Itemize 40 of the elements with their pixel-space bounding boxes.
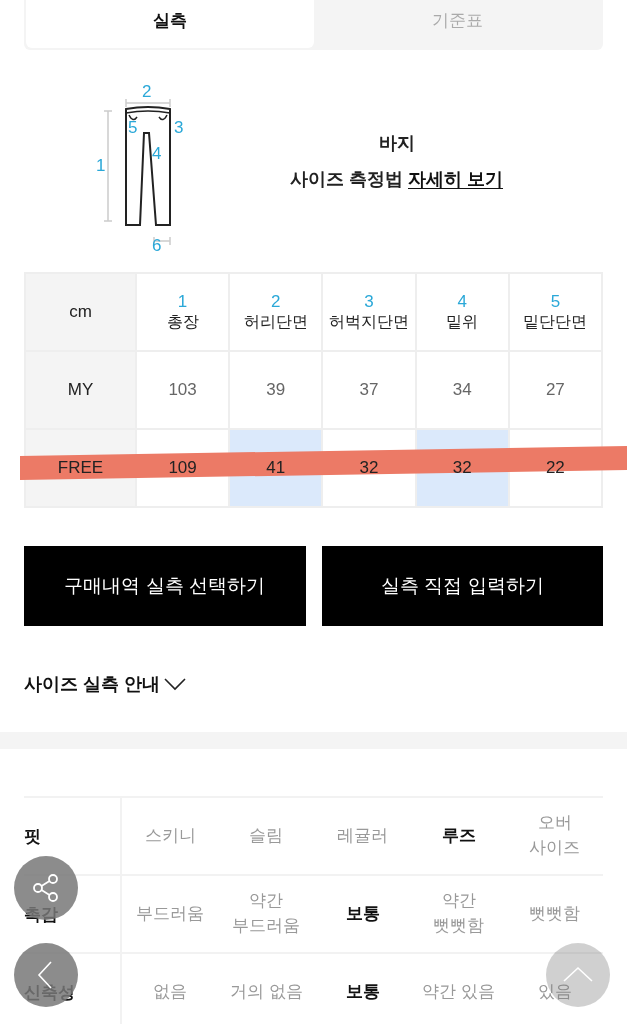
attribute-option: 약간 뻣뻣함 — [433, 889, 485, 939]
measure-number: 2 — [270, 291, 282, 312]
attribute-option: 뻣뻣함 — [529, 901, 581, 927]
value-cell: 27 — [508, 351, 602, 429]
attribute-option: 오버 사이즈 — [529, 811, 581, 861]
measure-name: 밑단단면 — [522, 311, 589, 332]
guide-text: 사이즈 측정법 자세히 보기 — [290, 168, 503, 191]
measure-name: 허리단면 — [242, 311, 309, 332]
measure-number: 4 — [456, 291, 468, 312]
chevron-icon — [164, 677, 186, 691]
detail-link[interactable]: 자세히 보기 — [408, 169, 503, 189]
attribute-option: 없음 — [153, 979, 188, 1005]
share-icon — [31, 873, 61, 903]
size-guide-toggle[interactable]: 사이즈 실측 안내 — [24, 670, 186, 698]
attribute-option: 스키니 — [144, 823, 196, 849]
attribute-option: 거의 없음 — [229, 979, 303, 1005]
guide-title: 바지 — [378, 132, 415, 155]
measure-number: 5 — [549, 291, 562, 312]
attribute-option: 루즈 — [441, 823, 476, 849]
attribute-option: 레귤러 — [337, 823, 388, 849]
attribute-option: 약간 있음 — [422, 979, 496, 1005]
value-cell: 103 — [136, 351, 230, 429]
tab[interactable]: 실측 — [26, 0, 314, 48]
attribute-option: 있음 — [537, 979, 572, 1005]
attribute-option: 슬림 — [249, 823, 284, 849]
attribute-option: 보통 — [345, 979, 380, 1005]
measure-name: 총장 — [165, 311, 200, 332]
action-button[interactable]: 실측 직접 입력하기 — [321, 546, 603, 626]
measure-number: 3 — [363, 291, 375, 312]
pants-diagram-drawing: 1 2 3 4 5 6 — [96, 81, 196, 251]
value-cell: 37 — [322, 351, 416, 429]
size-cell: MY — [25, 351, 136, 429]
measure-number: 1 — [176, 291, 189, 312]
measure-name: 허벅지단면 — [327, 311, 410, 332]
attribute-option: 약간 부드러움 — [232, 889, 301, 939]
attribute-option: 보통 — [345, 901, 380, 927]
action-button[interactable]: 구매내역 실측 선택하기 — [24, 546, 306, 626]
attribute-option: 부드러움 — [136, 901, 205, 927]
unit-cell: cm — [25, 273, 136, 351]
measure-name: 밑위 — [445, 311, 480, 332]
